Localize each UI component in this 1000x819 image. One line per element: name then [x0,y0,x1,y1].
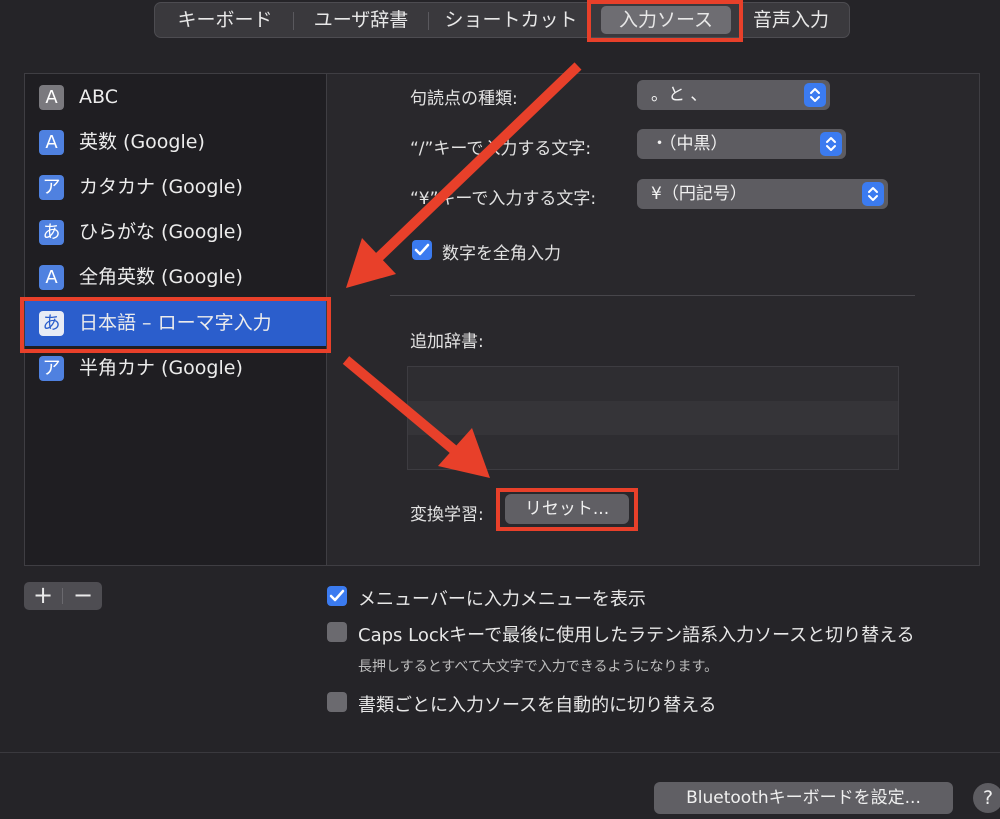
annotation-arrow-icon [342,62,582,478]
keyboard-preferences-window: キーボード ユーザ辞書 ショートカット 入力ソース 音声入力 A ABC A 英… [0,0,1000,819]
